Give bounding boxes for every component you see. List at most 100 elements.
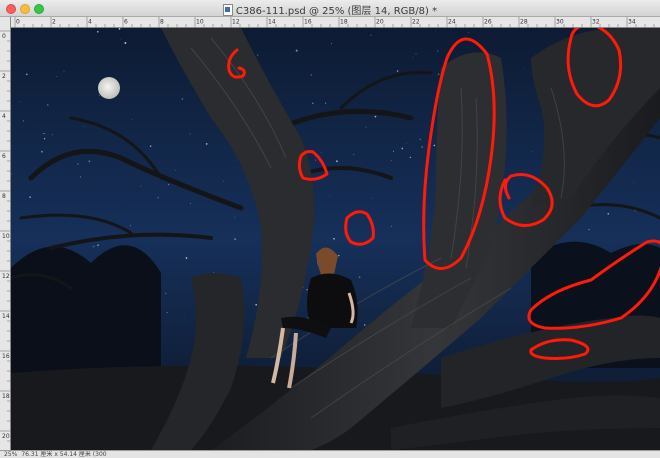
ruler-label: 0 <box>2 33 6 40</box>
star <box>52 134 54 136</box>
star <box>43 132 45 135</box>
window-titlebar[interactable]: C386-111.psd @ 25% (图层 14, RGB/8) * <box>0 0 660 17</box>
ruler-label: 20 <box>376 19 384 26</box>
star <box>29 196 31 198</box>
star <box>120 38 121 40</box>
star <box>396 70 399 72</box>
star <box>358 276 361 279</box>
ruler-label: 30 <box>556 19 564 26</box>
document-canvas[interactable] <box>11 28 660 450</box>
ruler-label: 2 <box>52 19 56 26</box>
star <box>257 54 259 56</box>
star <box>419 138 421 140</box>
ruler-label: 14 <box>268 19 276 26</box>
ruler-label: 14 <box>2 313 10 320</box>
star <box>79 176 82 178</box>
star <box>588 229 590 231</box>
star <box>437 73 440 75</box>
star <box>97 244 99 246</box>
photo-artwork <box>11 28 660 450</box>
star <box>26 73 28 76</box>
star <box>167 183 170 186</box>
star <box>406 142 408 144</box>
star <box>365 126 367 128</box>
star <box>140 185 142 187</box>
star <box>181 98 184 100</box>
star <box>393 150 394 152</box>
vertical-ruler-scale: 0 2 4 6 8 10 12 14 16 18 20 <box>0 30 11 442</box>
horizontal-ruler-scale: 0 2 4 6 8 10 12 14 16 18 20 22 24 26 28 30 32 34 <box>14 17 655 28</box>
star <box>364 324 366 326</box>
star <box>96 30 99 33</box>
ruler-label: 4 <box>2 113 6 120</box>
ruler-label: 12 <box>2 273 10 280</box>
star <box>223 180 225 182</box>
ruler-label: 20 <box>2 433 10 440</box>
ruler-label: 34 <box>628 19 636 26</box>
star <box>338 254 340 257</box>
star <box>183 314 185 316</box>
ruler-label: 28 <box>520 19 528 26</box>
ruler-label: 2 <box>2 73 6 80</box>
star <box>371 197 373 199</box>
ruler-label: 8 <box>160 19 164 26</box>
star <box>306 288 308 291</box>
star <box>175 169 176 171</box>
star <box>189 133 191 135</box>
star <box>98 94 100 96</box>
ruler-label: 10 <box>2 233 10 240</box>
star <box>185 257 188 259</box>
ruler-label: 8 <box>2 193 6 200</box>
ruler-label: 10 <box>196 19 204 26</box>
ruler-label: 16 <box>2 353 10 360</box>
star <box>205 142 208 145</box>
star <box>190 203 191 204</box>
ruler-label: 12 <box>232 19 240 26</box>
star <box>320 152 322 153</box>
star <box>433 144 436 147</box>
star <box>523 68 525 70</box>
star <box>311 102 314 105</box>
star <box>47 104 49 106</box>
star <box>390 225 393 227</box>
star <box>234 238 236 240</box>
star <box>634 210 636 212</box>
ruler-label: 4 <box>88 19 92 26</box>
star <box>234 216 236 218</box>
star <box>331 43 333 45</box>
star <box>353 154 355 155</box>
star <box>255 303 258 306</box>
ruler-label: 26 <box>484 19 492 26</box>
star <box>149 145 152 147</box>
star <box>41 150 43 153</box>
star <box>401 147 404 150</box>
star <box>531 151 533 152</box>
distant-trees-left <box>11 245 161 378</box>
ruler-label: 24 <box>448 19 456 26</box>
star <box>131 118 133 120</box>
star <box>63 70 65 72</box>
star <box>314 159 317 161</box>
star <box>333 237 335 240</box>
star <box>43 138 46 140</box>
ruler-label: 6 <box>2 153 6 160</box>
star <box>157 196 159 199</box>
star <box>633 181 635 183</box>
ruler-label: 16 <box>304 19 312 26</box>
document-info[interactable]: 76.31 厘米 x 54.14 厘米 (300 <box>21 451 106 458</box>
star <box>370 34 372 36</box>
star <box>310 74 312 76</box>
ruler-label: 32 <box>592 19 600 26</box>
star <box>77 163 79 165</box>
zoom-level[interactable]: 25% <box>4 451 17 458</box>
star <box>374 115 377 118</box>
star <box>325 102 327 104</box>
star <box>92 245 95 248</box>
ruler-label: 18 <box>2 393 10 400</box>
star <box>83 126 85 127</box>
horizontal-ruler[interactable]: 0 2 4 6 8 10 12 14 16 18 20 22 24 26 28 30 32 34 <box>11 17 660 28</box>
star <box>467 32 469 33</box>
star <box>295 49 298 52</box>
vertical-ruler[interactable]: 0 2 4 6 8 10 12 14 16 18 20 <box>0 17 11 450</box>
star <box>118 28 121 30</box>
